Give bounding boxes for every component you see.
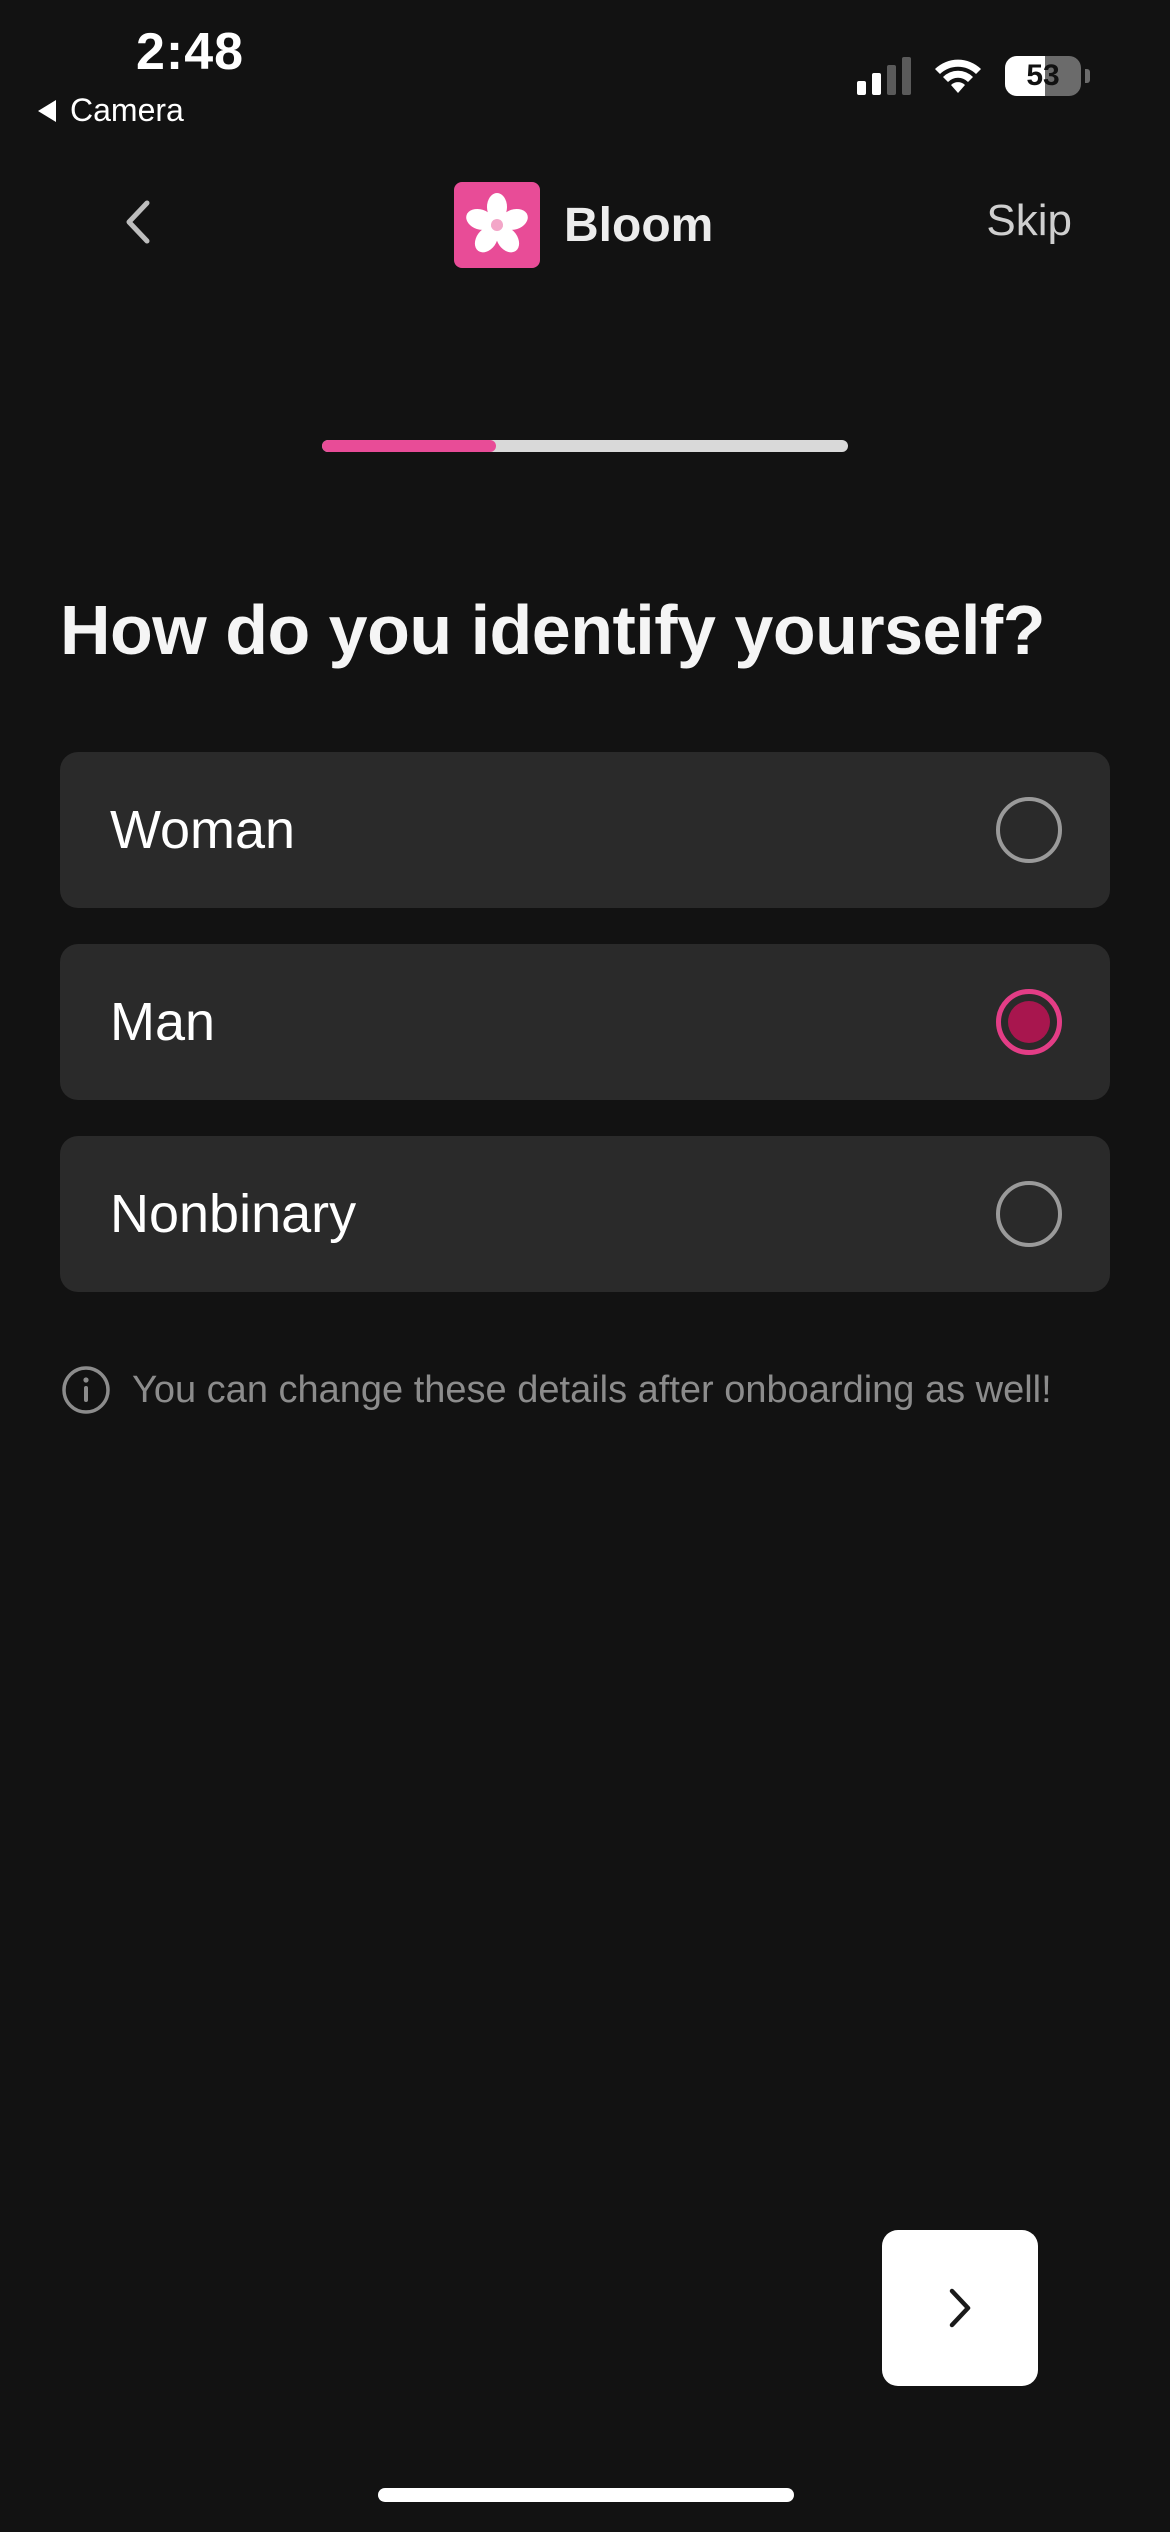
cellular-signal-icon xyxy=(857,57,911,95)
radio-button[interactable] xyxy=(996,1181,1062,1247)
option-man[interactable]: Man xyxy=(60,944,1110,1100)
battery-percent: 53 xyxy=(1026,59,1060,92)
battery-tip xyxy=(1085,69,1090,83)
skip-button[interactable]: Skip xyxy=(986,196,1072,246)
status-indicators: 53 xyxy=(857,56,1090,96)
gender-options: Woman Man Nonbinary xyxy=(60,752,1110,1328)
signal-bar xyxy=(872,73,881,95)
option-nonbinary[interactable]: Nonbinary xyxy=(60,1136,1110,1292)
radio-selected-dot xyxy=(1008,1001,1050,1043)
onboarding-progress-bar xyxy=(322,440,848,452)
option-label: Man xyxy=(110,992,216,1052)
option-woman[interactable]: Woman xyxy=(60,752,1110,908)
flower-logo-icon xyxy=(454,182,540,268)
radio-button[interactable] xyxy=(996,989,1062,1055)
next-button[interactable] xyxy=(882,2230,1038,2386)
radio-button[interactable] xyxy=(996,797,1062,863)
wifi-icon xyxy=(935,59,981,93)
signal-bar xyxy=(857,81,866,95)
battery-icon: 53 xyxy=(1005,56,1081,96)
back-button[interactable] xyxy=(108,192,168,252)
brand: Bloom xyxy=(454,182,713,268)
signal-bar xyxy=(902,57,911,95)
option-label: Nonbinary xyxy=(110,1184,357,1244)
chevron-left-icon xyxy=(126,200,150,244)
status-time: 2:48 xyxy=(136,23,245,81)
info-note: You can change these details after onboa… xyxy=(60,1364,1052,1416)
info-icon xyxy=(62,1366,110,1414)
brand-name: Bloom xyxy=(564,198,714,252)
signal-bar xyxy=(887,65,896,95)
chevron-right-icon xyxy=(949,2288,971,2328)
info-text: You can change these details after onboa… xyxy=(132,1368,1052,1411)
back-to-camera-label: Camera xyxy=(70,92,184,128)
question-title: How do you identify yourself? xyxy=(60,591,1045,669)
progress-fill xyxy=(322,440,496,452)
home-indicator xyxy=(378,2488,794,2502)
back-triangle-icon xyxy=(38,99,56,122)
option-label: Woman xyxy=(110,800,296,860)
back-to-camera-link[interactable]: Camera xyxy=(38,92,184,129)
